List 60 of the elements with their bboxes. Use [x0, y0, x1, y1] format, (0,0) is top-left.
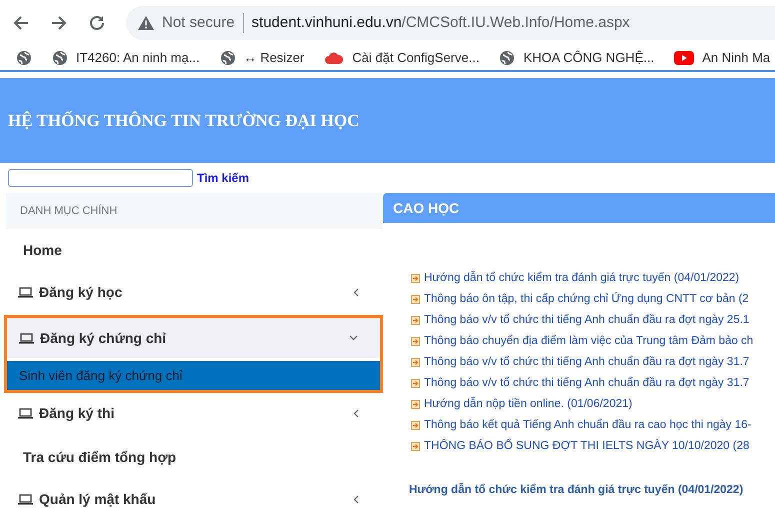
security-label: Not secure [162, 12, 235, 33]
play-icon [674, 51, 694, 65]
news-link[interactable]: Hướng dẫn nộp tiền online. (01/06/2021) [424, 396, 632, 414]
laptop-icon [18, 408, 33, 418]
chevron-left-icon [353, 408, 359, 418]
news-link[interactable]: Thông báo chuyển địa điểm làm việc của Trung tâm Đảm bảo ch [424, 332, 754, 350]
news-link[interactable]: Hướng dẫn tổ chức kiểm tra đánh giá trực tuyến (04/01/2022) [424, 270, 740, 288]
menu-item[interactable]: Home [23, 240, 62, 261]
featured-link[interactable]: Hướng dẫn tổ chức kiểm tra đánh giá trực tuyến (04/01/2022) [409, 484, 744, 496]
chevron-down-icon [349, 335, 358, 341]
menu-group[interactable]: Quản lý mật khẩu [6, 479, 383, 516]
bullet-icon [411, 337, 420, 346]
bookmark-link[interactable]: ↔ Resizer [244, 48, 304, 68]
news-link[interactable]: THÔNG BÁO BỔ SUNG ĐỢT THI IELTS NGÀY 10/10/2020 (28 [424, 438, 750, 456]
address-bar[interactable]: Not secure student.vinhuni.edu.vn/CMCSoft.IU.Web.Info/Home.aspx [126, 6, 775, 40]
bullet-icon [411, 358, 420, 367]
bullet-icon [411, 400, 420, 409]
news-link[interactable]: Thông báo ôn tập, thi cấp chứng chỉ Ứng dụng CNTT cơ bản (2 [424, 290, 749, 308]
laptop-icon [18, 286, 33, 298]
forward-icon[interactable] [50, 14, 68, 32]
back-icon[interactable] [12, 14, 30, 32]
menu-group[interactable]: Đăng ký thi [6, 393, 383, 433]
bullet-icon [411, 274, 420, 283]
search-link[interactable]: Tìm kiếm [197, 169, 250, 187]
bookmark-link[interactable]: Cài đặt ConfigServe... [352, 48, 480, 68]
globe-icon [220, 50, 236, 66]
url-text: student.vinhuni.edu.vn/CMCSoft.IU.Web.Info/Home.aspx [252, 12, 630, 33]
globe-icon [499, 50, 516, 66]
menu-item[interactable]: Tra cứu điểm tổng hợp [23, 447, 176, 468]
news-link[interactable]: Thông báo v/v tổ chức thi tiếng Anh chuẩn đầu ra đợt ngày 25.1 [424, 312, 750, 330]
menu-label: Đăng ký chứng chỉ [40, 328, 168, 348]
search-field[interactable] [8, 169, 193, 187]
bullet-icon [411, 421, 420, 430]
warning-icon [138, 16, 154, 30]
cloud-icon [324, 51, 344, 65]
panel-title: CAO HỌC [393, 198, 460, 218]
globe-icon [52, 50, 68, 66]
bookmark-link[interactable]: IT4260: An ninh mạ... [76, 48, 200, 68]
bullet-icon [411, 379, 420, 388]
bookmark-link[interactable]: KHOA CÔNG NGHỆ... [523, 48, 654, 68]
news-link[interactable]: Thông báo kết quả Tiếng Anh chuẩn đầu ra cao học thi ngày 16- [424, 416, 752, 434]
menu-label: Quản lý mật khẩu [39, 490, 157, 509]
menu-label: Đăng ký học [39, 282, 124, 302]
globe-icon [16, 50, 32, 66]
chevron-left-icon [353, 288, 359, 296]
reload-icon[interactable] [88, 14, 106, 32]
menu-group[interactable]: Đăng ký học [6, 272, 383, 312]
news-link[interactable]: Thông báo v/v tổ chức thi tiếng Anh chuẩn đầu ra đợt ngày 31.7 [424, 374, 750, 392]
sidebar-heading: DANH MỤC CHÍNH [6, 193, 383, 229]
bullet-icon [411, 316, 420, 325]
bookmark-link[interactable]: An Ninh Ma [702, 48, 770, 68]
menu-group[interactable]: Đăng ký chứng chỉ [7, 318, 380, 358]
bullet-icon [411, 442, 420, 451]
site-title: HỆ THỐNG THÔNG TIN TRƯỜNG ĐẠI HỌC [8, 110, 360, 132]
chevron-left-icon [353, 494, 359, 504]
laptop-icon [18, 494, 33, 504]
menu-label: Đăng ký thi [39, 404, 116, 423]
laptop-icon [19, 332, 34, 344]
bullet-icon [411, 295, 420, 304]
news-link[interactable]: Thông báo v/v tổ chức thi tiếng Anh chuẩn đầu ra đợt ngày 31.7 [424, 354, 750, 372]
